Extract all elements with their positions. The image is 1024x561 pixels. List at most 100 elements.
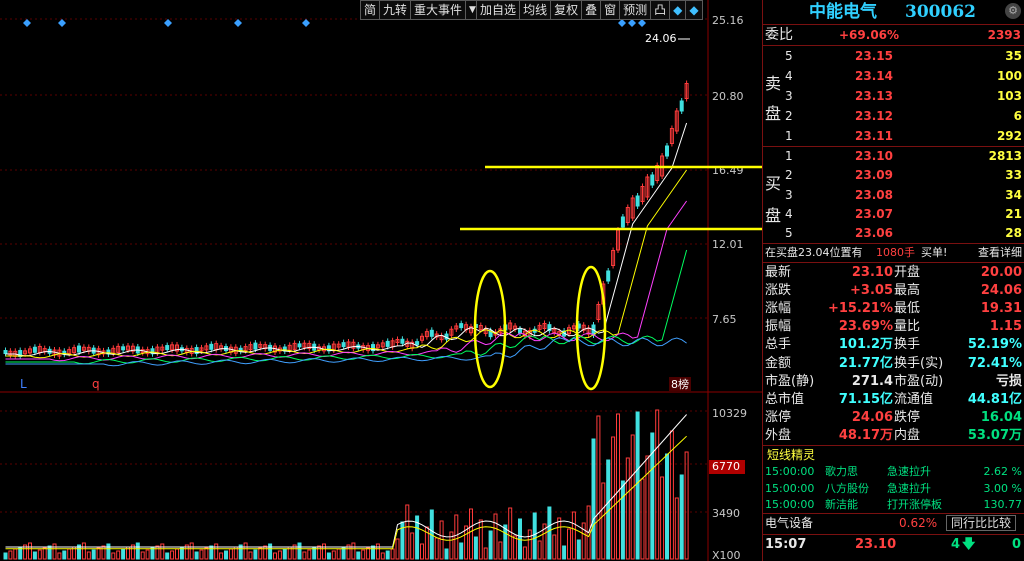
volume-bar [498,541,503,560]
tick-time: 15:07 [765,537,807,552]
settings-icon[interactable]: ⚙ [1005,3,1021,19]
candle-body [429,329,434,337]
quote-value: 21.77亿 [838,355,893,371]
toolbar-jiuzhuan-button[interactable]: 九转 [379,0,412,20]
weibi-row: 委比 +69.06% 2393 [763,26,1024,44]
sell-price: 23.12 [855,109,893,123]
sprite-row[interactable]: 15:00:00 歌力思 急速拉升 2.62 % [763,464,1024,480]
sprite-value: 130.77 [983,498,1023,511]
quote-label: 振幅 [765,319,792,335]
quote-label: 市盈(静) [765,373,815,389]
big-order-notice: 在买盘23.04位置有 1080手 买单! 查看详细 [763,244,1024,262]
volume-bar [562,545,567,560]
toolbar-adjust-button[interactable]: 复权 [550,0,583,20]
tick-tail: 0 [1011,537,1021,552]
kline-chart-area[interactable]: 25.16 20.80 16.49 12.01 7.65 10329 6770 3490 X10… [0,0,762,561]
volume-bar [356,551,361,560]
quote-label: 开盘 [894,265,921,280]
sprite-title-row: 短线精灵 [763,446,1024,464]
toolbar-simplified-button[interactable]: 简 [360,0,381,20]
quote-row: 涨幅 +15.21% 最低 19.31 [763,300,1024,318]
view-detail-link[interactable]: 查看详细 [978,244,1022,262]
volume-bar [336,548,341,560]
quote-label: 最新 [765,265,792,280]
toolbar-add-favorite-button[interactable]: 加自选 [476,0,521,20]
divider [763,24,1024,25]
volume-bar [67,548,72,560]
notice-action: 买单! [921,246,948,259]
quote-value: 48.17万 [838,427,893,443]
quote-value: 23.69% [838,319,893,335]
toolbar-major-events-button[interactable]: 重大事件 [410,0,467,20]
volume-bar [13,548,18,560]
candle-body [121,346,126,351]
sprite-row[interactable]: 15:00:00 新洁能 打开涨停板 130.77 [763,497,1024,513]
quote-value: 24.06 [980,283,1022,299]
stock-header: 中能电气 300062 ⚙ [763,0,1024,24]
buy-volume: 28 [1005,226,1022,241]
toolbar-marker-right-icon[interactable]: ◆ [685,0,703,20]
volume-bar [165,552,170,560]
quote-row: 总市值 71.15亿 流通值 44.81亿 [763,391,1024,409]
sprite-stock: 新洁能 [825,498,858,511]
moving-average-line [5,249,688,365]
volume-bar [537,540,542,560]
sprite-row[interactable]: 15:00:00 八方股份 急速拉升 3.00 % [763,481,1024,497]
quote-value: 24.06 [851,409,893,425]
sell-volume: 35 [1005,49,1022,63]
quote-value: 101.2万 [838,337,893,353]
candle-body [518,328,522,334]
volume-bar [150,547,155,560]
volume-bar [32,551,37,560]
volume-bar [302,551,307,560]
price-tick-label: 12.01 [712,238,744,251]
volume-bar [488,530,493,560]
buy-row: 1 23.10 2813 [763,147,1024,165]
candle-body [665,145,669,157]
candle-body [606,270,611,282]
notice-prefix: 在买盘23.04位置有 [765,246,863,259]
volume-bar [243,542,248,560]
volume-bar [3,552,8,560]
price-tick-label: 20.80 [712,90,744,103]
sprite-stock: 八方股份 [825,481,869,495]
toolbar-window-button[interactable]: 窗 [600,0,621,20]
quote-label: 涨幅 [765,301,792,317]
volume-bar [170,550,175,560]
volume-bar [567,528,571,560]
volume-bar [145,549,150,560]
moving-average-line [5,169,688,359]
buy-row: 2 23.09 33 [763,166,1024,184]
toolbar-shape-button[interactable]: 凸 [650,0,671,20]
stock-name: 中能电气 [809,2,877,22]
candle-body [32,346,37,353]
quote-value: 1.15 [989,319,1022,335]
event-diamond-icon [302,19,310,27]
sprite-time: 15:00:00 [765,465,815,478]
industry-compare-button[interactable]: 同行比比较 [946,515,1017,531]
toolbar-overlay-button[interactable]: 叠 [581,0,602,20]
highlight-ellipse [575,265,607,391]
volume-bar [194,551,199,560]
candle-body [165,345,170,351]
sprite-stock: 歌力思 [825,465,858,478]
volume-bar [361,549,366,560]
volume-bar [322,543,326,560]
volume-bar [28,542,32,560]
quote-label: 量比 [894,319,921,335]
volume-bar [37,549,42,560]
quote-value: 20.00 [980,265,1022,280]
toolbar-ma-button[interactable]: 均线 [519,0,552,20]
sell-row: 3 23.13 103 [763,87,1024,105]
volume-bar [282,548,287,560]
sell-row: 1 23.11 292 [763,127,1024,145]
chart-toolbar: 简 九转 重大事件 ▼ 加自选 均线 复权 叠 窗 预测 凸 ◆ ◆ [360,0,703,20]
quote-row: 金额 21.77亿 换手(实) 72.41% [763,355,1024,373]
volume-bar [273,552,277,560]
sell-level: 3 [785,89,793,103]
toolbar-marker-left-icon[interactable]: ◆ [669,0,687,20]
tick-price: 23.10 [855,537,897,552]
volume-bar [140,551,145,560]
toolbar-forecast-button[interactable]: 预测 [619,0,652,20]
quote-row: 总手 101.2万 换手 52.19% [763,336,1024,354]
